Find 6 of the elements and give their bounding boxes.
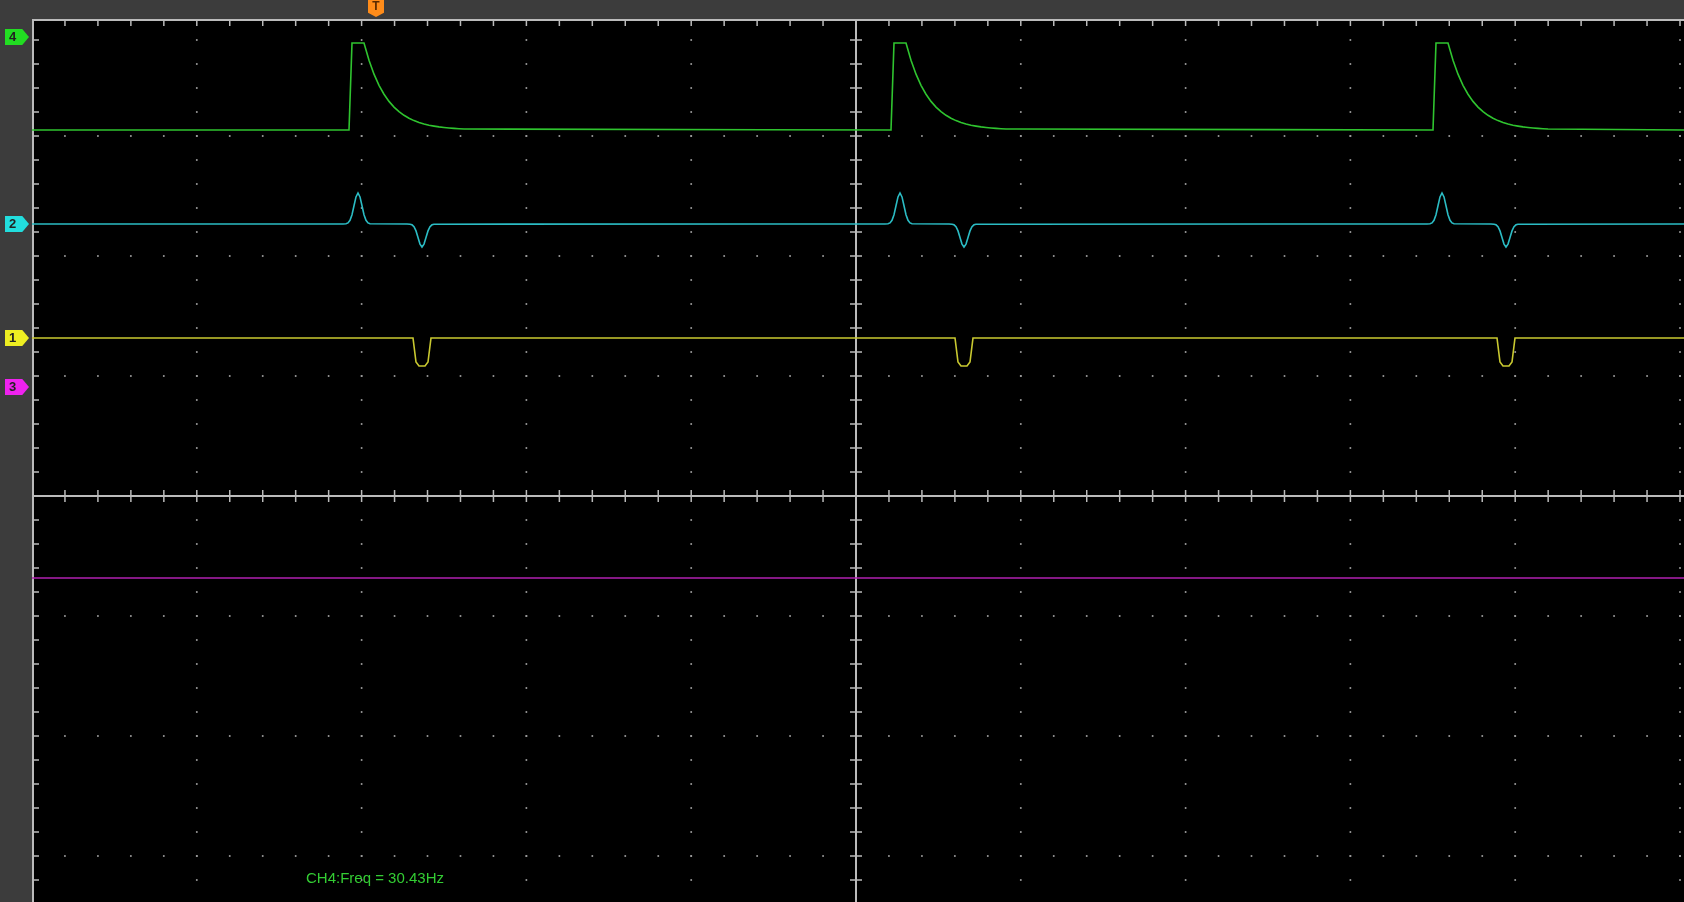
trigger-marker[interactable]: T: [368, 0, 384, 17]
channel-marker[interactable]: 3: [5, 379, 29, 395]
channel-marker[interactable]: 4: [5, 29, 29, 45]
channel-marker[interactable]: 2: [5, 216, 29, 232]
channel-marker[interactable]: 1: [5, 330, 29, 346]
frequency-measurement: CH4:Freq = 30.43Hz: [306, 869, 444, 886]
